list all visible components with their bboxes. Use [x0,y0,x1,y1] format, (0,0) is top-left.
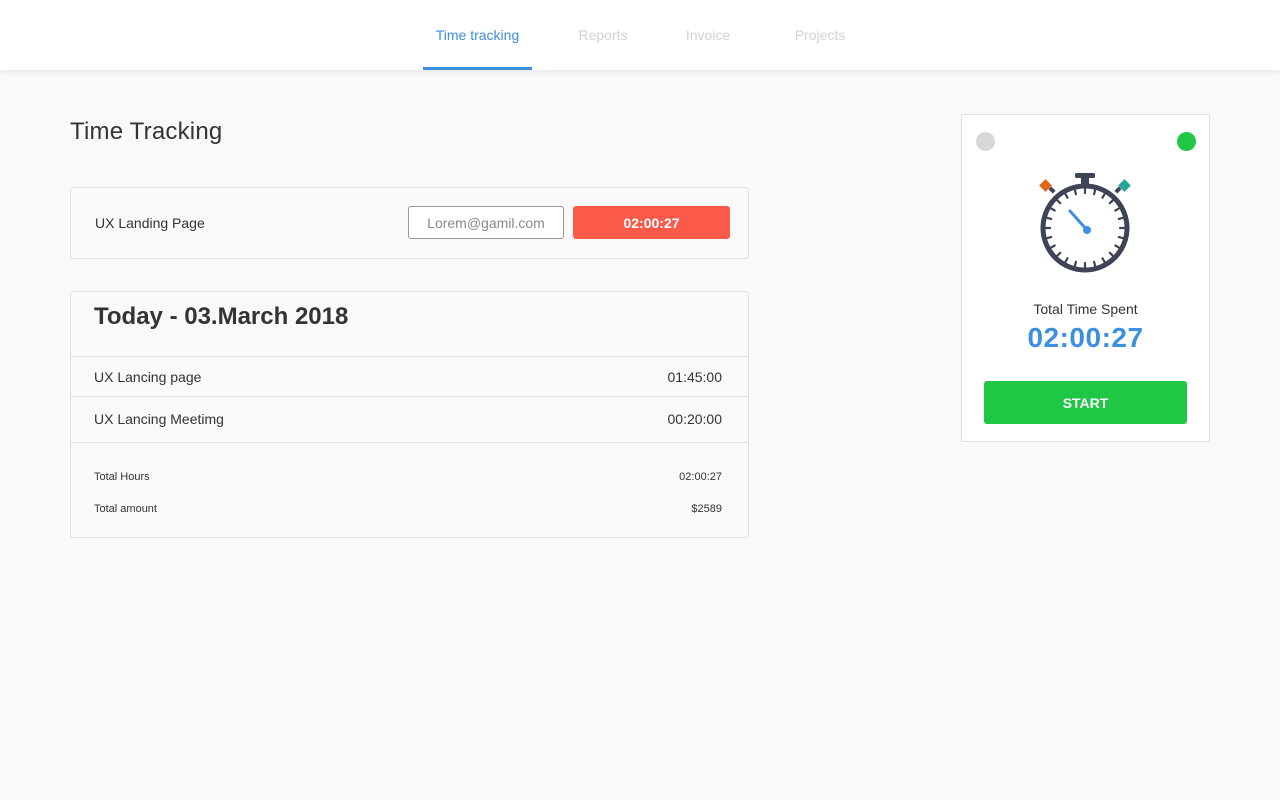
tab-reports[interactable]: Reports [566,0,640,70]
divider [71,396,748,397]
total-time-label: Total Time Spent [1033,301,1138,317]
stopwatch-icon [1039,173,1131,273]
top-navigation-bar: Time tracking Reports Invoice Projects [0,0,1280,70]
tab-invoice[interactable]: Invoice [674,0,742,70]
divider [71,356,748,357]
log-entry-name: UX Lancing page [94,369,202,385]
email-input[interactable] [408,206,564,239]
log-entry-time: 01:45:00 [667,369,723,385]
log-entry-name: UX Lancing Meetimg [94,411,224,427]
tab-projects[interactable]: Projects [782,0,858,70]
current-task-name: UX Landing Page [95,215,205,231]
start-button[interactable]: START [984,381,1187,424]
main-tabs: Time tracking Reports Invoice Projects [0,0,1280,70]
inactive-status-dot [976,132,995,151]
total-amount-value: $2589 [691,503,722,515]
current-task-card: UX Landing Page 02:00:27 [70,187,749,259]
total-hours-value: 02:00:27 [679,471,722,483]
page-title: Time Tracking [70,118,223,145]
total-time-value: 02:00:27 [1027,322,1144,353]
active-status-dot [1177,132,1196,151]
total-amount-label: Total amount [94,503,157,515]
running-timer-button[interactable]: 02:00:27 [573,206,730,239]
divider [71,442,748,443]
daily-log-card: Today - 03.March 2018 UX Lancing page 01… [70,291,749,538]
log-date-heading: Today - 03.March 2018 [94,303,349,330]
tab-time-tracking[interactable]: Time tracking [423,0,532,70]
total-hours-label: Total Hours [94,471,150,483]
timer-widget: Total Time Spent 02:00:27 START [961,114,1210,442]
log-entry-time: 00:20:00 [667,411,723,427]
